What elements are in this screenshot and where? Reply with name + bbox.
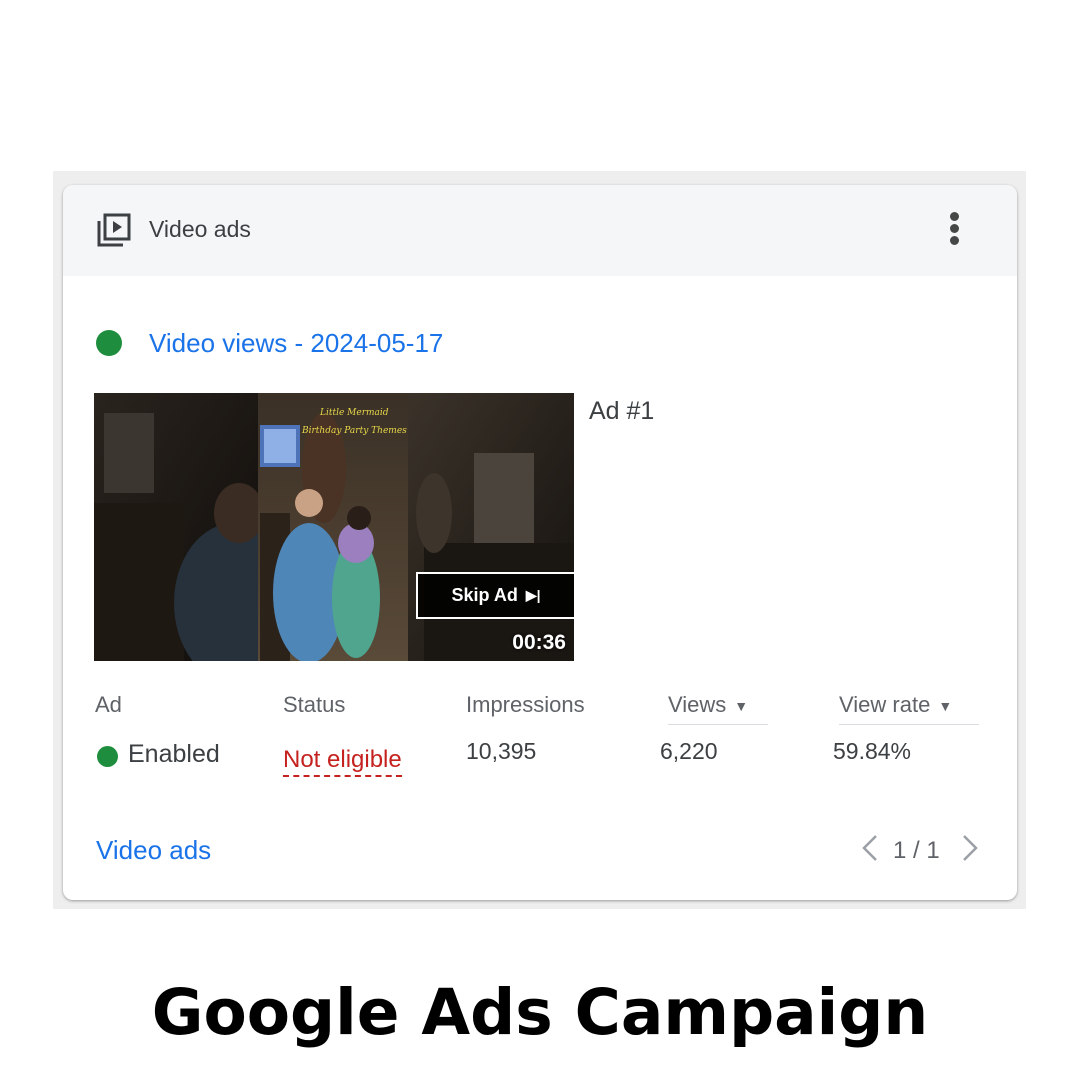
video-library-icon bbox=[97, 213, 131, 247]
column-header-view-rate-label: View rate bbox=[839, 692, 931, 717]
impressions-value: 10,395 bbox=[466, 738, 537, 764]
more-options-button[interactable] bbox=[937, 209, 973, 249]
campaign-status-dot bbox=[96, 330, 122, 356]
views-value: 6,220 bbox=[660, 738, 718, 764]
skip-ad-button[interactable]: Skip Ad ▶| bbox=[416, 572, 574, 619]
svg-text:Birthday Party Themes: Birthday Party Themes bbox=[301, 426, 407, 436]
status-not-eligible[interactable]: Not eligible bbox=[283, 746, 402, 777]
ad-status-enabled: Enabled bbox=[128, 740, 220, 768]
column-header-impressions: Impressions bbox=[466, 692, 585, 717]
video-thumbnail[interactable]: Little Mermaid Birthday Party Themes Ski… bbox=[94, 393, 574, 661]
chevron-right-icon[interactable] bbox=[959, 833, 981, 863]
svg-text:Little Mermaid: Little Mermaid bbox=[319, 408, 389, 418]
pagination-text: 1 / 1 bbox=[893, 837, 940, 864]
video-frame-image: Little Mermaid Birthday Party Themes bbox=[94, 393, 574, 661]
card-title: Video ads bbox=[149, 216, 251, 242]
column-header-status: Status bbox=[283, 692, 346, 717]
chevron-left-icon[interactable] bbox=[859, 833, 881, 863]
ad-enabled-dot bbox=[97, 746, 118, 767]
caption-title: Google Ads Campaign bbox=[151, 976, 929, 1049]
skip-next-icon: ▶| bbox=[525, 587, 541, 603]
video-ads-link[interactable]: Video ads bbox=[96, 835, 211, 866]
campaign-name-link[interactable]: Video views - 2024-05-17 bbox=[149, 328, 443, 359]
sort-caret-icon: ▼ bbox=[734, 698, 749, 715]
video-duration: 00:36 bbox=[512, 631, 566, 654]
column-header-views[interactable]: Views ▼ bbox=[668, 692, 768, 725]
video-ads-card: Video ads Video views - 2024-05-17 Littl… bbox=[63, 185, 1017, 900]
card-header: Video ads bbox=[63, 185, 1017, 276]
skip-ad-label: Skip Ad bbox=[451, 585, 518, 605]
sort-caret-icon: ▼ bbox=[938, 698, 953, 715]
ad-name: Ad #1 bbox=[589, 397, 655, 425]
column-header-views-label: Views bbox=[668, 692, 727, 717]
column-header-ad: Ad bbox=[95, 692, 122, 717]
view-rate-value: 59.84% bbox=[833, 738, 912, 764]
column-header-view-rate[interactable]: View rate ▼ bbox=[839, 692, 979, 725]
